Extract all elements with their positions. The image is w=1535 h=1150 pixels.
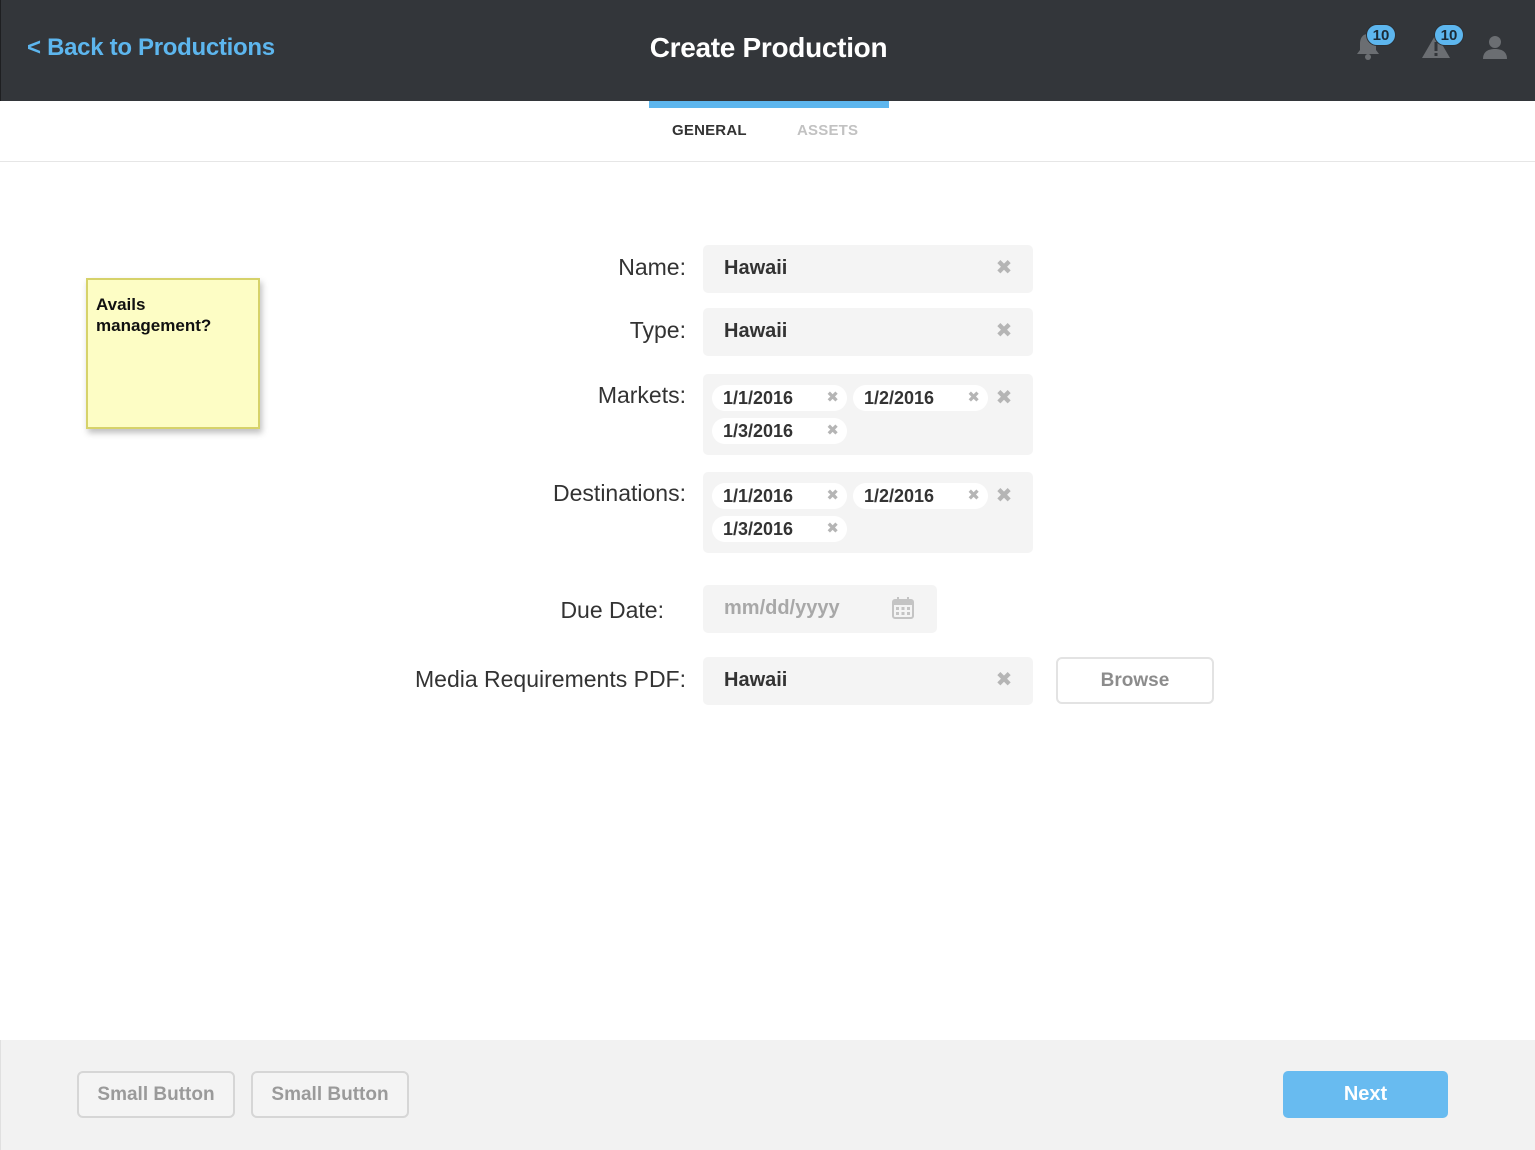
- small-button-1[interactable]: Small Button: [77, 1071, 235, 1118]
- market-chip[interactable]: 1/3/2016 ✖: [712, 418, 847, 444]
- page-title: Create Production: [649, 32, 888, 63]
- active-tab-indicator: [649, 101, 889, 108]
- due-date-input[interactable]: mm/dd/yyyy: [703, 585, 937, 633]
- media-requirements-field[interactable]: Hawaii ✖: [703, 657, 1033, 705]
- destinations-label: Destinations:: [553, 480, 686, 506]
- media-requirements-label: Media Requirements PDF:: [415, 666, 686, 692]
- remove-chip-icon[interactable]: ✖: [826, 483, 839, 509]
- remove-chip-icon[interactable]: ✖: [826, 385, 839, 411]
- remove-chip-icon[interactable]: ✖: [967, 385, 980, 411]
- alerts-button[interactable]: 10: [1420, 24, 1464, 64]
- destination-chip[interactable]: 1/2/2016 ✖: [853, 483, 988, 509]
- destination-chip-label: 1/1/2016: [723, 486, 794, 506]
- destination-chip-label: 1/3/2016: [723, 519, 794, 539]
- tab-bar: GENERAL ASSETS: [0, 101, 1535, 162]
- top-bar: < Back to Productions Create Production …: [0, 0, 1535, 101]
- calendar-icon[interactable]: [891, 596, 915, 620]
- user-menu-button[interactable]: [1481, 33, 1515, 67]
- due-date-placeholder: mm/dd/yyyy: [724, 597, 840, 619]
- sticky-note: Avails management?: [86, 278, 260, 429]
- type-label: Type:: [629, 317, 686, 343]
- type-field[interactable]: Hawaii ✖: [703, 308, 1033, 356]
- name-label: Name:: [618, 254, 686, 280]
- destination-chip[interactable]: 1/1/2016 ✖: [712, 483, 847, 509]
- notifications-count-badge: 10: [1366, 24, 1396, 46]
- tab-assets[interactable]: ASSETS: [797, 122, 858, 139]
- type-value: Hawaii: [724, 320, 788, 342]
- name-value: Hawaii: [724, 257, 788, 279]
- clear-media-requirements-icon[interactable]: ✖: [995, 670, 1013, 690]
- market-chip-label: 1/1/2016: [723, 388, 794, 408]
- remove-chip-icon[interactable]: ✖: [826, 516, 839, 542]
- footer-bar: Small Button Small Button Next: [0, 1040, 1535, 1150]
- markets-field[interactable]: 1/1/2016 ✖ 1/2/2016 ✖ ✖ 1/3/2016 ✖: [703, 374, 1033, 455]
- destination-chip[interactable]: 1/3/2016 ✖: [712, 516, 847, 542]
- clear-type-icon[interactable]: ✖: [995, 321, 1013, 341]
- market-chip[interactable]: 1/1/2016 ✖: [712, 385, 847, 411]
- name-field[interactable]: Hawaii ✖: [703, 245, 1033, 293]
- destination-chip-label: 1/2/2016: [864, 486, 935, 506]
- markets-label: Markets:: [597, 382, 686, 408]
- media-requirements-value: Hawaii: [724, 669, 788, 691]
- next-button[interactable]: Next: [1283, 1071, 1448, 1118]
- alerts-count-badge: 10: [1434, 24, 1464, 46]
- market-chip-label: 1/2/2016: [864, 388, 935, 408]
- clear-markets-icon[interactable]: ✖: [995, 388, 1013, 408]
- market-chip-label: 1/3/2016: [723, 421, 794, 441]
- remove-chip-icon[interactable]: ✖: [967, 483, 980, 509]
- clear-destinations-icon[interactable]: ✖: [995, 486, 1013, 506]
- notifications-button[interactable]: 10: [1352, 24, 1396, 64]
- tab-general[interactable]: GENERAL: [672, 122, 747, 139]
- user-icon: [1483, 36, 1507, 59]
- due-date-label: Due Date:: [560, 597, 664, 623]
- market-chip[interactable]: 1/2/2016 ✖: [853, 385, 988, 411]
- remove-chip-icon[interactable]: ✖: [826, 418, 839, 444]
- destinations-field[interactable]: 1/1/2016 ✖ 1/2/2016 ✖ ✖ 1/3/2016 ✖: [703, 472, 1033, 553]
- clear-name-icon[interactable]: ✖: [995, 258, 1013, 278]
- small-button-2[interactable]: Small Button: [251, 1071, 409, 1118]
- browse-button[interactable]: Browse: [1056, 657, 1214, 704]
